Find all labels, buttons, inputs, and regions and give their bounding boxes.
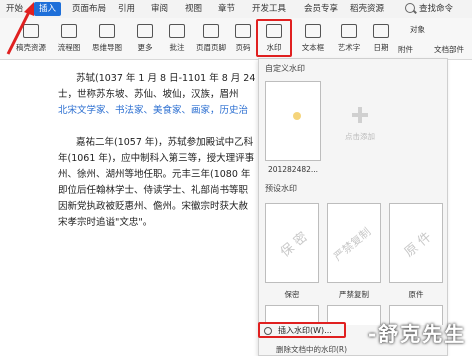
doc-line: 宋孝宗时追谥"文忠"。 [58, 217, 153, 228]
tab-developer[interactable]: 开发工具 [252, 2, 286, 16]
preset-watermark-caption: 保密 [284, 290, 300, 299]
plus-icon-vertical [358, 107, 362, 123]
preset-watermark-tile[interactable]: 保 密 [265, 203, 319, 283]
preset-watermark-preview: 原 件 [401, 229, 435, 261]
object-button[interactable]: 对象 [410, 24, 425, 35]
comment-label: 批注 [169, 43, 185, 52]
menu-bar: 开始 插入 页面布局 引用 审阅 视图 章节 开发工具 会员专享 稻壳资源 查找… [0, 0, 472, 18]
header-footer-icon [203, 24, 219, 38]
delete-watermark-menu-item[interactable]: 删除文档中的水印(R) [276, 344, 347, 355]
attachment-button[interactable]: 附件 [398, 44, 413, 55]
doc-line: 苏轼(1037 年 1 月 8 日-1101 年 8 月 24 日 [76, 73, 268, 84]
doc-parts-button[interactable]: 文档部件 [434, 44, 464, 55]
wordart-button[interactable]: 艺术字 [332, 24, 366, 58]
comment-icon [169, 24, 185, 38]
add-watermark-tile[interactable]: 点击添加 [330, 83, 390, 155]
preset-watermark-caption: 原件 [408, 290, 424, 299]
tab-view[interactable]: 视图 [185, 2, 202, 16]
doc-line: 即位后任翰林学士、侍读学士、礼部尚书等职 [58, 185, 249, 196]
flowchart-button[interactable]: 流程图 [52, 24, 86, 58]
preset-watermark-title: 预设水印 [265, 184, 297, 193]
mindmap-button[interactable]: 思维导图 [90, 24, 124, 58]
tab-resources[interactable]: 稻壳资源 [350, 2, 384, 16]
preset-watermark-tile[interactable]: 原 件 [389, 203, 443, 283]
more-button[interactable]: 更多 [128, 24, 162, 58]
mindmap-label: 思维导图 [92, 43, 122, 52]
page-number-button[interactable]: 页码 [226, 24, 260, 58]
more-icon [137, 24, 153, 38]
custom-watermark-mark [293, 112, 301, 120]
search-icon[interactable] [405, 3, 415, 13]
comment-button[interactable]: 批注 [160, 24, 194, 58]
textbox-button[interactable]: 文本框 [296, 24, 330, 58]
ribbon-toolbar: 稿壳资源 流程图 思维导图 更多 批注 页眉页脚 页码 水印 文本框 艺术字 日… [0, 18, 472, 60]
textbox-label: 文本框 [301, 43, 325, 52]
doc-line: 嘉祐二年(1057 年)，苏轼参加殿试中乙科 [76, 137, 254, 148]
more-label: 更多 [137, 43, 153, 52]
date-label: 日期 [373, 43, 389, 52]
insert-watermark-menu-item[interactable]: 插入水印(W)... [258, 322, 346, 338]
tab-member[interactable]: 会员专享 [304, 2, 338, 16]
doc-line: 北宋文学家、书法家、美食家、画家，历史治 [58, 105, 249, 116]
document-page[interactable]: 苏轼(1037 年 1 月 8 日-1101 年 8 月 24 日 士，世称苏东… [0, 61, 268, 356]
watermark-highlight-box [256, 19, 292, 57]
flowchart-label: 流程图 [57, 43, 81, 52]
watermark-dropdown: 自定义水印 201282482... 点击添加 预设水印 保 密 保密 严禁复制… [258, 58, 448, 356]
tab-references[interactable]: 引用 [118, 2, 135, 16]
insert-watermark-label: 插入水印(W)... [278, 326, 332, 335]
add-watermark-caption: 点击添加 [345, 132, 375, 141]
page-number-icon [235, 24, 251, 38]
preset-watermark-preview: 保 密 [277, 229, 311, 261]
tab-insert[interactable]: 插入 [34, 2, 62, 16]
flowchart-icon [61, 24, 77, 38]
doc-line: 士，世称苏东坡、苏仙、坡仙，汉族，眉州 [58, 89, 239, 100]
annotation-arrow [6, 2, 34, 55]
tab-review[interactable]: 审阅 [151, 2, 168, 16]
mindmap-icon [99, 24, 115, 38]
brand-watermark: -舒克先生 [368, 322, 467, 346]
page-number-label: 页码 [235, 43, 251, 52]
header-footer-button[interactable]: 页眉页脚 [194, 24, 228, 58]
custom-watermark-title: 自定义水印 [265, 64, 305, 73]
custom-watermark-caption: 201282482... [267, 165, 319, 174]
custom-watermark-tile[interactable] [265, 81, 321, 161]
tab-page-layout[interactable]: 页面布局 [72, 2, 106, 16]
wordart-label: 艺术字 [337, 43, 361, 52]
doc-line: 因新党执政被贬惠州、儋州。宋徽宗时获大赦 [58, 201, 249, 212]
search-label[interactable]: 查找命令 [419, 2, 453, 16]
calendar-icon [373, 24, 389, 38]
preset-watermark-caption: 严禁复制 [339, 290, 369, 299]
header-footer-label: 页眉页脚 [196, 43, 226, 52]
preset-watermark-tile[interactable]: 严禁复制 [327, 203, 381, 283]
doc-line: 州、徐州、湖州等地任职。元丰三年(1080 年 [58, 169, 251, 180]
tab-chapter[interactable]: 章节 [218, 2, 235, 16]
textbox-icon [305, 24, 321, 38]
date-button[interactable]: 日期 [364, 24, 398, 58]
preset-watermark-preview: 严禁复制 [331, 225, 374, 264]
doc-line: 年(1061 年)，应中制科入第三等，授大理评事 [58, 153, 255, 164]
watermark-icon [264, 327, 272, 335]
wordart-icon [341, 24, 357, 38]
